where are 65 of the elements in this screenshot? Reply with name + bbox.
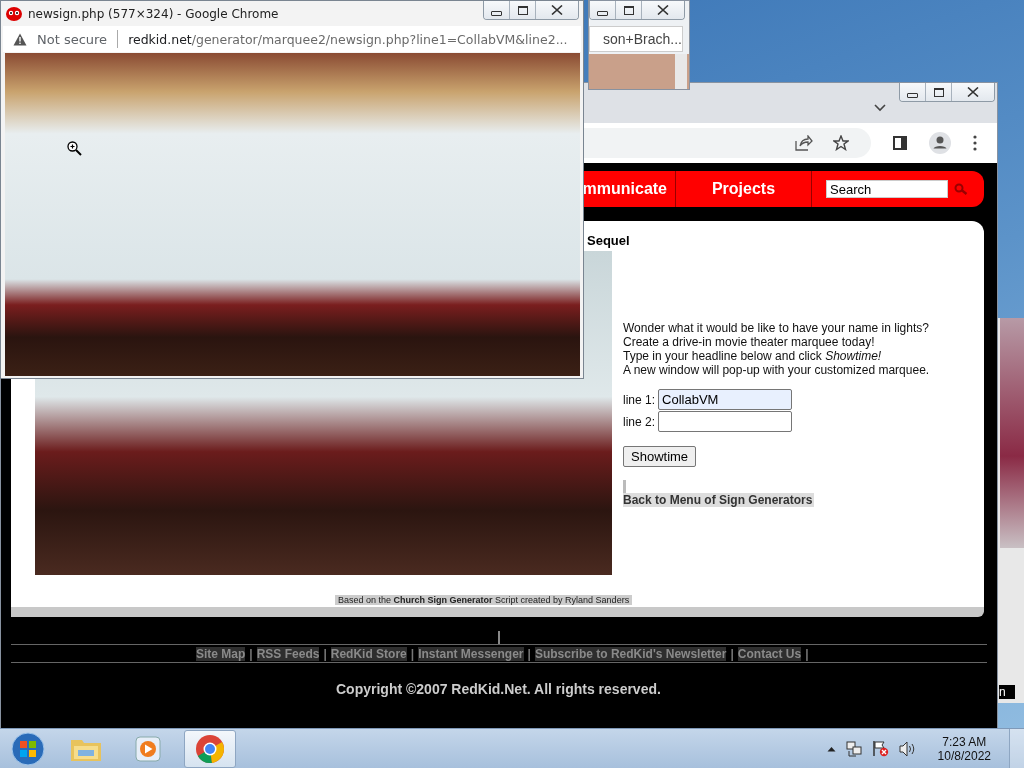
clock-date[interactable]: 10/8/2022 bbox=[937, 748, 991, 763]
show-hidden-icons-icon[interactable] bbox=[826, 745, 836, 752]
speaker-icon[interactable] bbox=[898, 740, 916, 757]
close-icon bbox=[967, 87, 979, 97]
close-button[interactable] bbox=[952, 83, 994, 101]
footer-link[interactable]: Site Map bbox=[196, 646, 246, 661]
input-field[interactable]: CollabVM bbox=[658, 389, 793, 410]
maximize-button[interactable] bbox=[616, 1, 642, 19]
windows-logo-icon bbox=[11, 731, 45, 766]
field-label: line 2: bbox=[623, 414, 656, 429]
intro-text: Type in your headline below and click Showtime! bbox=[623, 349, 883, 363]
clock-time[interactable]: 7:23 AM bbox=[942, 734, 987, 749]
footer-link[interactable]: RedKid Store bbox=[330, 646, 407, 661]
footer-link[interactable]: RSS Feeds bbox=[256, 646, 320, 661]
address-bar[interactable]: son+Brach... bbox=[589, 26, 683, 52]
credits-text: Based on the Church Sign Generator Script created by Ryland Sanders bbox=[335, 595, 633, 605]
menu-icon[interactable] bbox=[973, 135, 977, 151]
field-label: line 1: bbox=[623, 392, 656, 407]
minimize-button[interactable] bbox=[900, 83, 926, 101]
search-field[interactable]: Search bbox=[826, 180, 948, 198]
copyright-text: Copyright ©2007 RedKid.Net. All rights reserved. bbox=[336, 681, 662, 697]
url-text[interactable]: redkid.net/generator/marquee2/newsign.php?line1=CollabVM&line2... bbox=[128, 31, 568, 47]
maximize-button[interactable] bbox=[926, 83, 952, 101]
link-separator: | bbox=[805, 646, 809, 661]
link-separator: | bbox=[730, 646, 734, 661]
security-label[interactable]: Not secure bbox=[37, 31, 108, 47]
side-panel-icon[interactable] bbox=[893, 136, 907, 150]
profile-icon[interactable] bbox=[929, 132, 951, 154]
browser-icon bbox=[195, 733, 225, 764]
window-text: n bbox=[999, 685, 1015, 699]
showtime-button[interactable]: Showtime bbox=[623, 446, 697, 467]
back-link[interactable]: Back to Menu of Sign Generators bbox=[623, 493, 815, 507]
close-icon bbox=[657, 5, 669, 15]
intro-text: A new window will pop-up with your customized marquee. bbox=[623, 363, 930, 377]
footer-link[interactable]: Instant Messenger bbox=[418, 646, 524, 661]
star-icon[interactable] bbox=[833, 135, 849, 151]
close-button[interactable] bbox=[536, 1, 578, 19]
share-icon[interactable] bbox=[795, 135, 813, 151]
scrollbar[interactable] bbox=[675, 54, 687, 89]
flag-icon[interactable] bbox=[871, 740, 889, 757]
divider-mark bbox=[623, 480, 626, 493]
link-separator: | bbox=[323, 646, 327, 661]
minimize-button[interactable] bbox=[484, 1, 510, 19]
window-title: newsign.php (577×324) - Google Chrome bbox=[28, 6, 279, 21]
chevron-icon[interactable] bbox=[874, 104, 886, 112]
link-separator: | bbox=[249, 646, 253, 661]
page-heading: Sequel bbox=[587, 233, 630, 248]
intro-text: Create a drive-in movie theater marquee today! bbox=[623, 335, 876, 349]
warning-icon[interactable] bbox=[13, 32, 27, 46]
zoom-in-icon bbox=[67, 141, 82, 156]
link-separator: | bbox=[410, 646, 415, 661]
network-icon[interactable] bbox=[845, 740, 862, 757]
close-button[interactable] bbox=[642, 1, 684, 19]
nav-link[interactable]: Projects bbox=[676, 171, 812, 207]
intro-text: Wonder what it would be like to have your name in lights? bbox=[623, 321, 930, 335]
footer-link[interactable]: Subscribe to RedKid's Newsletter bbox=[534, 646, 727, 661]
input-field[interactable] bbox=[658, 411, 793, 432]
media-player-icon bbox=[135, 735, 161, 762]
maximize-button[interactable] bbox=[510, 1, 536, 19]
close-icon bbox=[551, 5, 563, 15]
taskbar-button[interactable] bbox=[184, 729, 236, 768]
app-logo-icon bbox=[6, 6, 22, 21]
minimize-button[interactable] bbox=[590, 1, 616, 19]
link-separator: | bbox=[527, 646, 531, 661]
footer-link[interactable]: Contact Us bbox=[737, 646, 802, 661]
